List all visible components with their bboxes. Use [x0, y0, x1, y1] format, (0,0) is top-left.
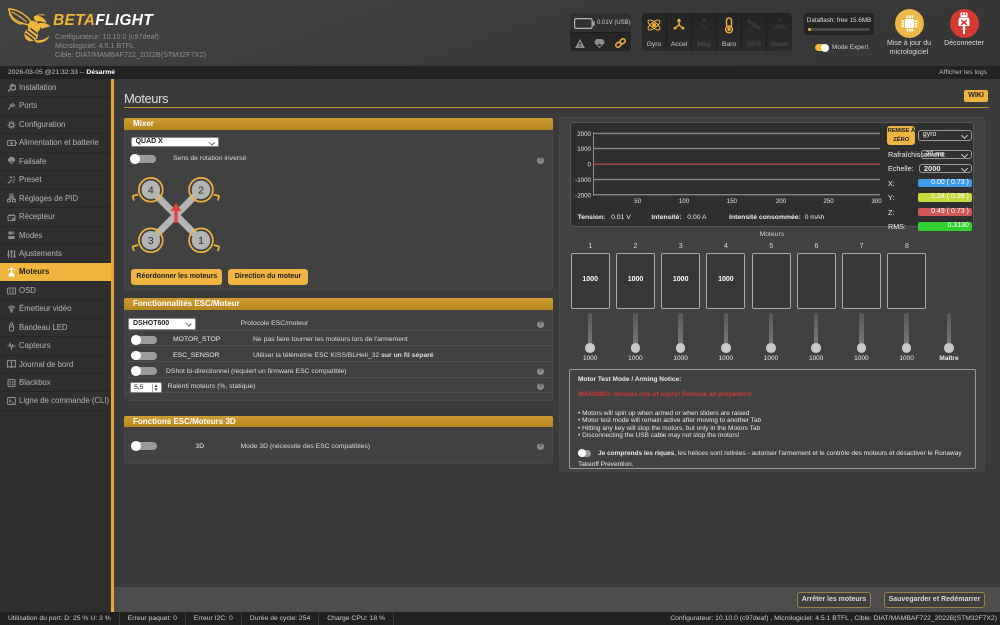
- svg-text:1: 1: [198, 235, 204, 247]
- svg-text:1000: 1000: [577, 146, 591, 153]
- svg-text:250: 250: [823, 198, 834, 205]
- svg-text:-2000: -2000: [575, 192, 591, 199]
- svg-text:3: 3: [148, 235, 154, 247]
- svg-text:2: 2: [198, 185, 204, 197]
- svg-text:2000: 2000: [577, 131, 591, 138]
- svg-text:100: 100: [679, 198, 690, 205]
- svg-text:200: 200: [776, 198, 787, 205]
- svg-text:300: 300: [871, 198, 882, 205]
- svg-text:150: 150: [727, 198, 738, 205]
- svg-text:0: 0: [588, 162, 592, 169]
- svg-text:50: 50: [634, 198, 641, 205]
- svg-text:N: N: [701, 22, 708, 32]
- svg-text:-1000: -1000: [575, 177, 591, 184]
- svg-text:4: 4: [148, 185, 154, 197]
